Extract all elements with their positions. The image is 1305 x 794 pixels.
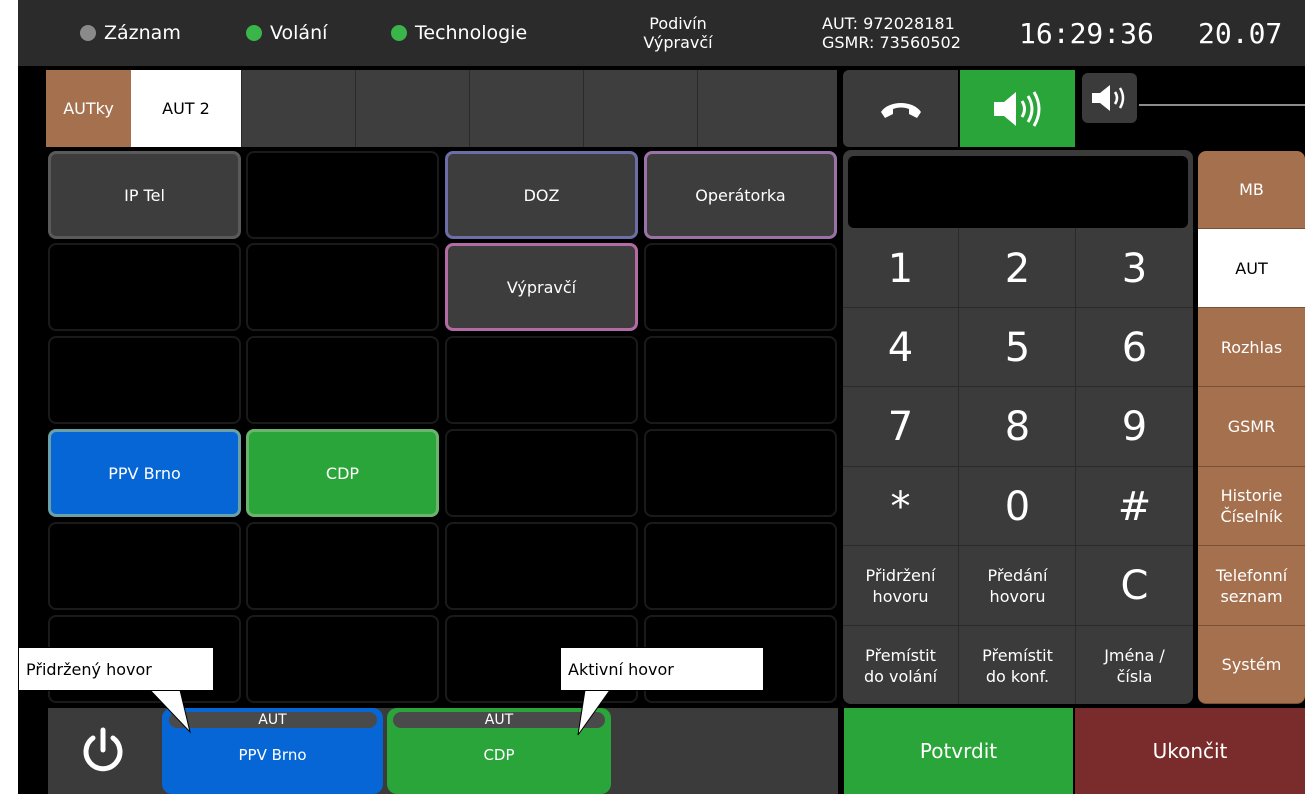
annotation-active-call: Aktivní hovor xyxy=(560,647,764,691)
annotation-held-call: Přidržený hovor xyxy=(18,647,214,691)
